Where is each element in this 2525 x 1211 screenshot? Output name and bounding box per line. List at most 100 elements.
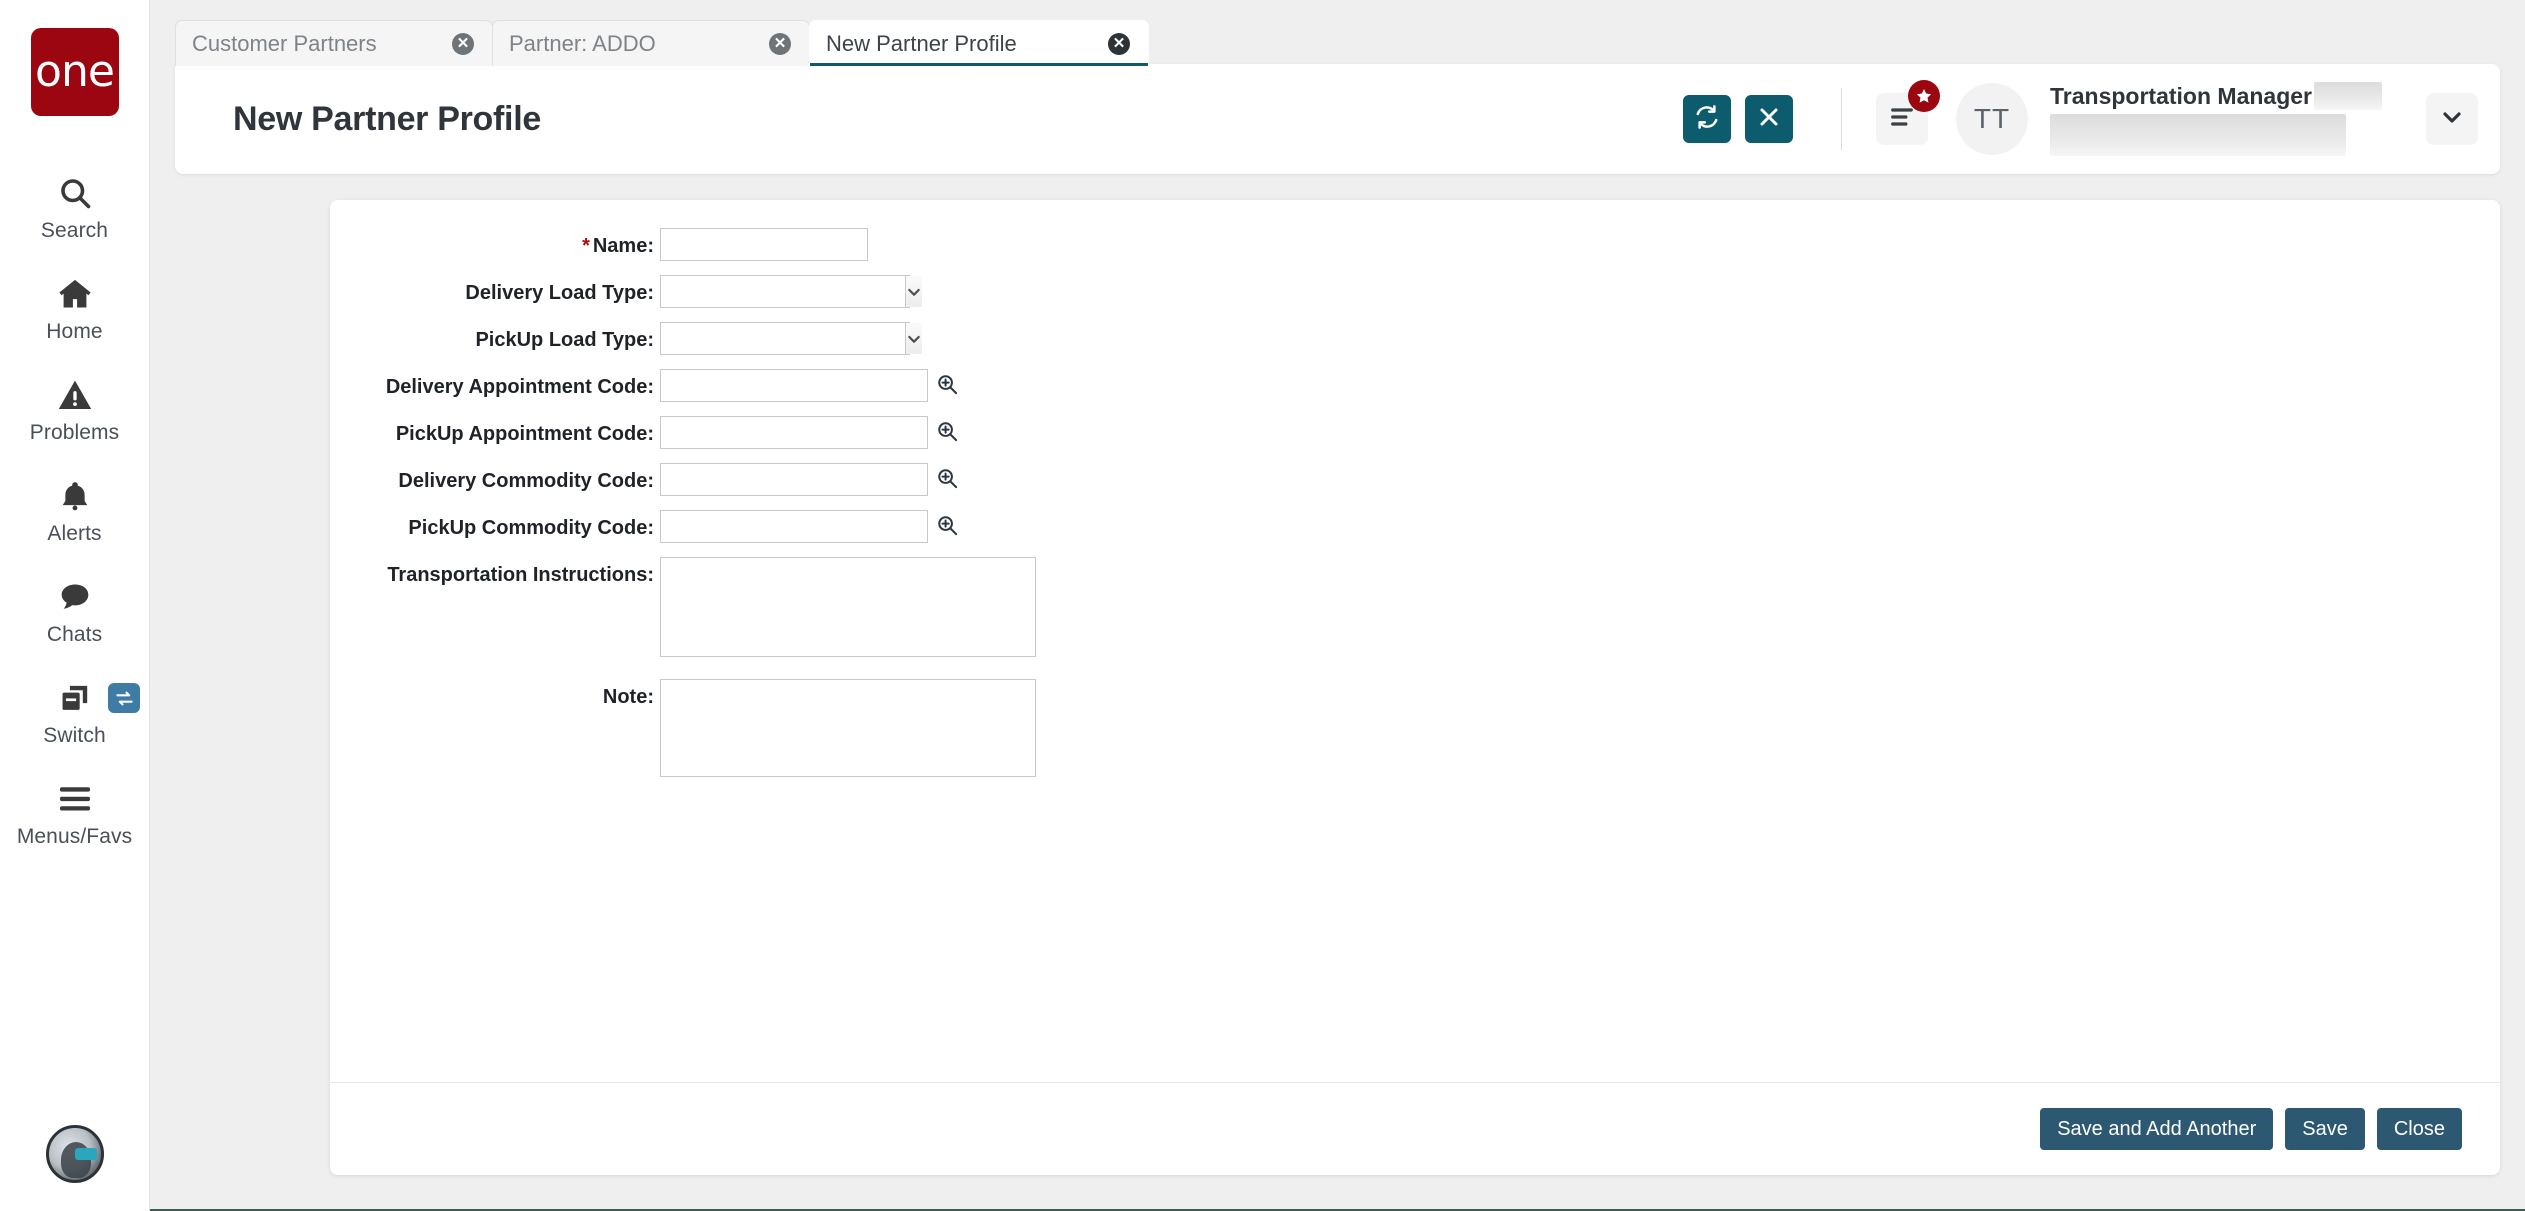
sidebar-footer: [0, 1125, 149, 1183]
close-icon[interactable]: ✕: [769, 32, 791, 55]
transportation-instructions-textarea[interactable]: [660, 557, 1036, 657]
chat-bubble-icon: [57, 576, 93, 618]
note-control: [660, 679, 1036, 777]
sidebar-item-label: Alerts: [47, 522, 102, 545]
tab-partner-addo[interactable]: Partner: ADDO ✕: [492, 20, 810, 66]
magnifier-zoom-in-icon[interactable]: [936, 373, 959, 396]
menu-lines-icon: [1889, 106, 1915, 133]
form-footer: Save and Add Another Save Close: [330, 1082, 2500, 1175]
user-info: Transportation Manager: [2050, 82, 2382, 156]
magnifier-zoom-in-icon[interactable]: [936, 514, 959, 537]
delivery-load-type-control: [660, 275, 922, 308]
avatar-initials: TT: [1973, 103, 2011, 134]
form-row-note: Note:: [330, 679, 2500, 777]
sidebar-item-menus-favs[interactable]: Menus/Favs: [0, 762, 149, 863]
sidebar-item-switch[interactable]: Switch: [0, 661, 149, 762]
warning-triangle-icon: [57, 374, 93, 416]
form-row-pickup-load-type: PickUp Load Type:: [330, 322, 2500, 355]
sidebar-item-label: Switch: [43, 724, 106, 747]
delivery-appointment-code-label: Delivery Appointment Code:: [385, 376, 654, 398]
magnifier-zoom-in-icon[interactable]: [936, 467, 959, 490]
sidebar-item-problems[interactable]: Problems: [0, 358, 149, 459]
page-title: New Partner Profile: [233, 99, 541, 138]
bell-icon: [58, 475, 92, 517]
form-card: * Name: Delivery Load Type: PickUp Load …: [330, 200, 2500, 1175]
sidebar-item-label: Home: [46, 320, 103, 343]
delivery-appointment-code-control: [660, 369, 959, 402]
menu-button[interactable]: [1876, 80, 1941, 145]
form-row-delivery-appointment-code: Delivery Appointment Code:: [330, 369, 2500, 402]
sidebar-item-label: Search: [40, 219, 109, 242]
close-button[interactable]: Close: [2376, 1108, 2462, 1150]
sidebar-item-label: Menus/Favs: [16, 825, 133, 848]
hamburger-icon: [57, 778, 93, 820]
sidebar-item-label: Problems: [29, 421, 120, 444]
chevron-down-icon[interactable]: [905, 323, 922, 354]
brand-logo[interactable]: one: [30, 28, 119, 116]
pickup-appointment-code-label: PickUp Appointment Code:: [395, 423, 654, 445]
user-role-label: Transportation Manager: [2050, 82, 2312, 109]
note-textarea[interactable]: [660, 679, 1036, 777]
delivery-load-type-label: Delivery Load Type:: [465, 282, 654, 304]
note-label: Note:: [602, 686, 654, 708]
form-row-pickup-appointment-code: PickUp Appointment Code:: [330, 416, 2500, 449]
sidebar-item-label: Chats: [46, 623, 103, 646]
tab-label: New Partner Profile: [826, 30, 1017, 56]
pickup-commodity-code-label: PickUp Commodity Code:: [408, 517, 654, 539]
form-row-delivery-commodity-code: Delivery Commodity Code:: [330, 463, 2500, 496]
redacted-username-block: [2050, 114, 2347, 156]
search-icon: [57, 172, 93, 214]
pickup-load-type-control: [660, 322, 922, 355]
app-window: one Search Home Problems Alerts Chats Sw…: [0, 0, 2525, 1211]
form-body: * Name: Delivery Load Type: PickUp Load …: [330, 200, 2500, 1082]
refresh-button[interactable]: [1683, 95, 1732, 143]
avatar[interactable]: TT: [1956, 83, 2029, 155]
left-sidebar: one Search Home Problems Alerts Chats Sw…: [0, 0, 150, 1211]
close-icon[interactable]: ✕: [452, 32, 474, 55]
pickup-commodity-code-control: [660, 510, 959, 543]
pickup-load-type-select[interactable]: [660, 322, 922, 355]
form-row-delivery-load-type: Delivery Load Type:: [330, 275, 2500, 308]
close-page-button[interactable]: [1745, 95, 1794, 143]
sidebar-item-search[interactable]: Search: [0, 156, 149, 257]
delivery-appointment-code-field[interactable]: [660, 369, 928, 402]
user-role-row: Transportation Manager: [2050, 82, 2382, 110]
sidebar-item-home[interactable]: Home: [0, 257, 149, 358]
tab-new-partner-profile[interactable]: New Partner Profile ✕: [809, 20, 1149, 66]
delivery-commodity-code-field[interactable]: [660, 463, 928, 496]
user-menu-button[interactable]: [2426, 93, 2478, 145]
close-icon[interactable]: ✕: [1108, 32, 1130, 55]
pickup-appointment-code-field[interactable]: [660, 416, 928, 449]
required-indicator: *: [582, 235, 590, 257]
delivery-load-type-value[interactable]: [661, 276, 905, 307]
name-control: [660, 228, 868, 261]
form-row-name: * Name:: [330, 228, 2500, 261]
name-label: * Name:: [330, 228, 660, 258]
page-header: New Partner Profile TT Transportation Ma…: [175, 64, 2500, 174]
redacted-block-icon: [2314, 82, 2382, 110]
transportation-instructions-control: [660, 557, 1036, 657]
save-and-add-another-button[interactable]: Save and Add Another: [2040, 1108, 2274, 1150]
pickup-load-type-value[interactable]: [661, 323, 905, 354]
name-field[interactable]: [660, 228, 868, 261]
brand-logo-text: one: [35, 46, 115, 97]
chevron-down-icon[interactable]: [905, 276, 922, 307]
delivery-commodity-code-label: Delivery Commodity Code:: [398, 470, 654, 492]
robot-assistant-icon[interactable]: [45, 1125, 104, 1183]
sidebar-item-chats[interactable]: Chats: [0, 560, 149, 661]
pickup-commodity-code-field[interactable]: [660, 510, 928, 543]
sidebar-nav-list: Search Home Problems Alerts Chats Switch…: [0, 156, 149, 863]
tab-customer-partners[interactable]: Customer Partners ✕: [175, 20, 493, 66]
star-icon: [1908, 80, 1941, 112]
pickup-appointment-code-control: [660, 416, 959, 449]
main-region: Customer Partners ✕ Partner: ADDO ✕ New …: [150, 0, 2525, 1211]
header-actions: TT Transportation Manager: [1669, 64, 2500, 174]
magnifier-zoom-in-icon[interactable]: [936, 420, 959, 443]
home-icon: [56, 273, 94, 315]
sidebar-item-alerts[interactable]: Alerts: [0, 459, 149, 560]
save-button[interactable]: Save: [2285, 1108, 2365, 1150]
transportation-instructions-label: Transportation Instructions:: [387, 564, 654, 586]
header-divider: [1841, 88, 1843, 150]
switch-toggle-badge-icon[interactable]: [108, 683, 140, 713]
delivery-load-type-select[interactable]: [660, 275, 922, 308]
